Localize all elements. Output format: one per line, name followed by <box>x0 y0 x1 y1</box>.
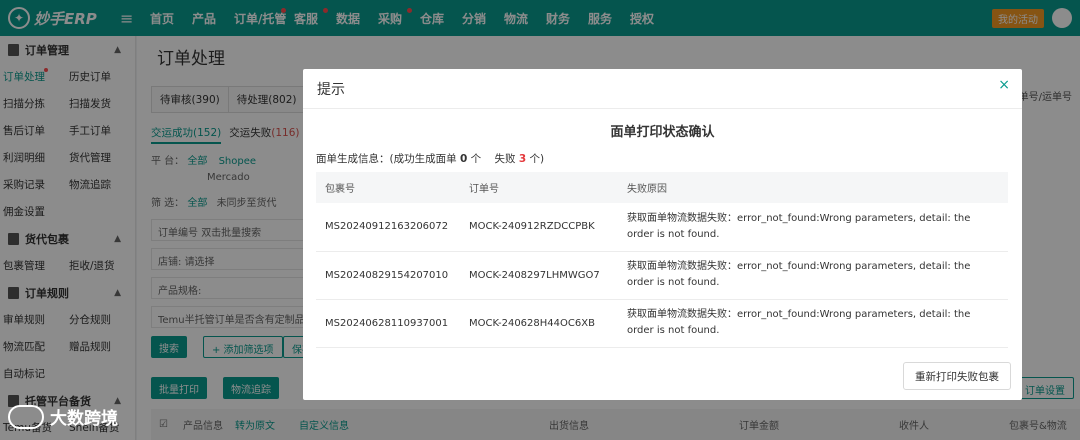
fail-count: 3 <box>518 153 527 165</box>
dialog-title: 提示 <box>317 81 345 98</box>
package-no: MS20240829154207010 <box>316 251 460 300</box>
summary-mid: 个 失败 <box>470 153 516 165</box>
header-package-no: 包裹号 <box>316 172 460 203</box>
watermark-logo-icon <box>8 404 44 429</box>
header-order-no: 订单号 <box>460 172 618 203</box>
watermark-text: 大数跨境 <box>50 409 118 429</box>
package-no: MS20240912163206072 <box>316 203 460 252</box>
success-count: 0 <box>459 153 468 165</box>
generation-summary: 面单生成信息：(成功生成面单 0 个 失败 3 个) <box>316 151 544 166</box>
order-no: MOCK-240912RZDCCPBK <box>460 203 618 252</box>
close-icon[interactable]: × <box>998 77 1010 93</box>
failure-reason: 获取面单物流数据失败：error_not_found:Wrong paramet… <box>618 251 1008 300</box>
watermark: 大数跨境 <box>8 404 118 429</box>
failure-table: 包裹号 订单号 失败原因 MS20240912163206072 MOCK-24… <box>316 172 1008 348</box>
print-status-dialog: 提示 × 面单打印状态确认 面单生成信息：(成功生成面单 0 个 失败 3 个)… <box>303 69 1022 400</box>
table-row: MS20240628110937001 MOCK-240628H44OC6XB … <box>316 299 1008 348</box>
order-no: MOCK-2408297LHMWGO7 <box>460 251 618 300</box>
summary-prefix: 面单生成信息：(成功生成面单 <box>316 153 457 165</box>
order-no: MOCK-240628H44OC6XB <box>460 299 618 348</box>
header-reason: 失败原因 <box>618 172 1008 203</box>
dialog-heading: 面单打印状态确认 <box>610 125 715 140</box>
table-row: MS20240912163206072 MOCK-240912RZDCCPBK … <box>316 203 1008 252</box>
failure-reason: 获取面单物流数据失败：error_not_found:Wrong paramet… <box>618 299 1008 348</box>
summary-suffix: 个) <box>529 153 545 165</box>
reprint-failed-button[interactable]: 重新打印失败包裹 <box>903 362 1011 390</box>
table-row: MS20240829154207010 MOCK-2408297LHMWGO7 … <box>316 251 1008 300</box>
package-no: MS20240628110937001 <box>316 299 460 348</box>
failure-reason: 获取面单物流数据失败：error_not_found:Wrong paramet… <box>618 203 1008 252</box>
